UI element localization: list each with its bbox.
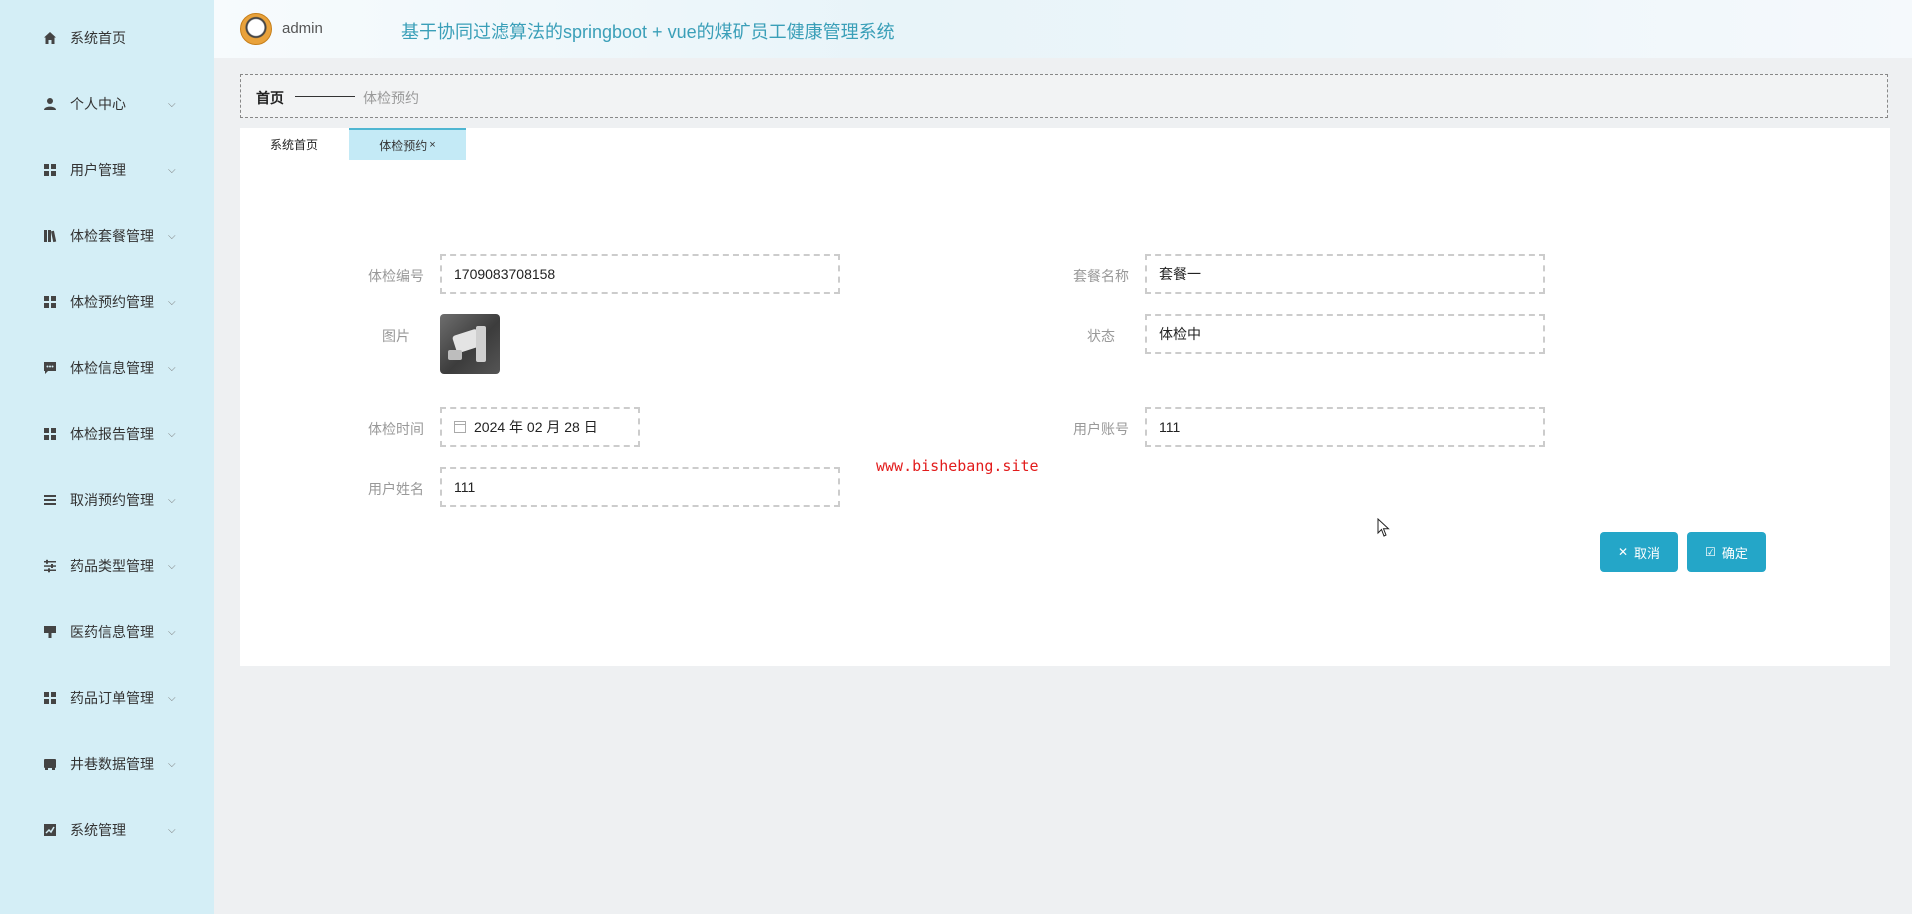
package-field[interactable]: 套餐一	[1145, 254, 1545, 294]
chevron-down-icon: ⌵	[168, 230, 176, 242]
exam-no-value: 1709083708158	[454, 266, 556, 282]
chevron-down-icon: ⌵	[168, 494, 176, 506]
account-label: 用户账号	[1073, 421, 1129, 437]
sidebar-item-label: 体检信息管理	[70, 360, 154, 376]
status-field[interactable]: 体检中	[1145, 314, 1545, 354]
exam-no-field[interactable]: 1709083708158	[440, 254, 840, 294]
breadcrumb-current: 体检预约	[363, 90, 419, 106]
sidebar-item-medicine-info-management[interactable]: 医药信息管理 ⌵	[0, 612, 214, 652]
sidebar-item-label: 用户管理	[70, 162, 126, 178]
sidebar-item-exam-info-management[interactable]: 体检信息管理 ⌵	[0, 348, 214, 388]
image-label: 图片	[382, 328, 410, 344]
sidebar-item-label: 取消预约管理	[70, 492, 154, 508]
grid-icon	[42, 162, 58, 178]
sign-icon	[42, 624, 58, 640]
breadcrumb-separator	[295, 96, 355, 97]
account-field[interactable]: 111	[1145, 407, 1545, 447]
list-icon	[42, 492, 58, 508]
cancel-button[interactable]: ✕ 取消	[1600, 532, 1678, 572]
sidebar-item-label: 体检报告管理	[70, 426, 154, 442]
chevron-down-icon: ⌵	[168, 626, 176, 638]
tab-home[interactable]: 系统首页	[240, 128, 348, 160]
avatar[interactable]	[240, 13, 272, 45]
sidebar: 系统首页 个人中心 ⌵ 用户管理 ⌵ 体检套餐管理 ⌵ 体检预约管理 ⌵ 体检信…	[0, 0, 214, 914]
grid-icon	[42, 426, 58, 442]
watermark-text: www.bishebang.site	[876, 457, 1039, 475]
sidebar-item-user-management[interactable]: 用户管理 ⌵	[0, 150, 214, 190]
grid-icon	[42, 690, 58, 706]
sidebar-item-drug-type-management[interactable]: 药品类型管理 ⌵	[0, 546, 214, 586]
confirm-icon: ☑	[1705, 545, 1716, 559]
exam-time-label: 体检时间	[368, 421, 424, 437]
chevron-down-icon: ⌵	[168, 296, 176, 308]
exam-time-datepicker[interactable]: 2024 年 02 月 28 日	[440, 407, 640, 447]
breadcrumb-home[interactable]: 首页	[256, 88, 284, 108]
user-icon	[42, 96, 58, 112]
sidebar-item-label: 体检预约管理	[70, 294, 154, 310]
sidebar-item-label: 个人中心	[70, 96, 126, 112]
chevron-down-icon: ⌵	[168, 824, 176, 836]
confirm-label: 确定	[1721, 545, 1748, 561]
tab-label: 系统首页	[269, 137, 318, 152]
sidebar-item-drug-order-management[interactable]: 药品订单管理 ⌵	[0, 678, 214, 718]
account-value: 111	[1159, 419, 1181, 435]
drive-icon	[42, 756, 58, 772]
sidebar-item-label: 药品订单管理	[70, 690, 154, 706]
exam-no-label: 体检编号	[368, 268, 424, 284]
system-title: 基于协同过滤算法的springboot + vue的煤矿员工健康管理系统	[401, 22, 895, 42]
sidebar-item-label: 药品类型管理	[70, 558, 154, 574]
package-value: 套餐一	[1159, 266, 1201, 282]
package-label: 套餐名称	[1073, 268, 1129, 284]
chevron-down-icon: ⌵	[168, 164, 176, 176]
sidebar-item-label: 体检套餐管理	[70, 228, 154, 244]
sidebar-item-personal-center[interactable]: 个人中心 ⌵	[0, 84, 214, 124]
name-field[interactable]: 111	[440, 467, 840, 507]
sidebar-item-cancel-appointment-management[interactable]: 取消预约管理 ⌵	[0, 480, 214, 520]
name-value: 111	[454, 479, 476, 495]
chevron-down-icon: ⌵	[168, 560, 176, 572]
chevron-down-icon: ⌵	[168, 98, 176, 110]
sidebar-item-label: 系统首页	[70, 30, 126, 46]
chevron-down-icon: ⌵	[168, 362, 176, 374]
sliders-icon	[42, 558, 58, 574]
tab-label: 体检预约	[379, 138, 428, 153]
chevron-down-icon: ⌵	[168, 428, 176, 440]
chevron-down-icon: ⌵	[168, 758, 176, 770]
sidebar-item-tunnel-data-management[interactable]: 井巷数据管理 ⌵	[0, 744, 214, 784]
book-icon	[42, 228, 58, 244]
breadcrumb: 首页 体检预约	[240, 74, 1888, 118]
status-value: 体检中	[1159, 326, 1201, 342]
cancel-label: 取消	[1634, 545, 1661, 561]
cancel-icon: ✕	[1617, 545, 1629, 559]
exam-image-thumbnail[interactable]	[440, 314, 500, 374]
tab-appointment[interactable]: 体检预约 ×	[349, 128, 466, 160]
home-icon	[42, 30, 58, 46]
calendar-icon	[454, 421, 466, 433]
sidebar-item-report-management[interactable]: 体检报告管理 ⌵	[0, 414, 214, 454]
confirm-button[interactable]: ☑ 确定	[1687, 532, 1766, 572]
sidebar-item-label: 井巷数据管理	[70, 756, 154, 772]
sidebar-item-appointment-management[interactable]: 体检预约管理 ⌵	[0, 282, 214, 322]
sidebar-item-label: 医药信息管理	[70, 624, 154, 640]
chart-icon	[42, 822, 58, 838]
username[interactable]: admin	[282, 20, 323, 37]
name-label: 用户姓名	[368, 481, 424, 497]
chevron-down-icon: ⌵	[168, 692, 176, 704]
sidebar-item-label: 系统管理	[70, 822, 126, 838]
sidebar-item-system-management[interactable]: 系统管理 ⌵	[0, 810, 214, 850]
status-label: 状态	[1087, 328, 1115, 344]
sidebar-item-home[interactable]: 系统首页	[0, 18, 214, 58]
sidebar-item-package-management[interactable]: 体检套餐管理 ⌵	[0, 216, 214, 256]
close-icon[interactable]: ×	[429, 139, 435, 151]
chat-icon	[42, 360, 58, 376]
grid-icon	[42, 294, 58, 310]
main-panel: 系统首页 体检预约 ×	[240, 128, 1890, 666]
exam-time-value: 2024 年 02 月 28 日	[474, 419, 598, 435]
mouse-cursor-icon	[1377, 518, 1390, 537]
